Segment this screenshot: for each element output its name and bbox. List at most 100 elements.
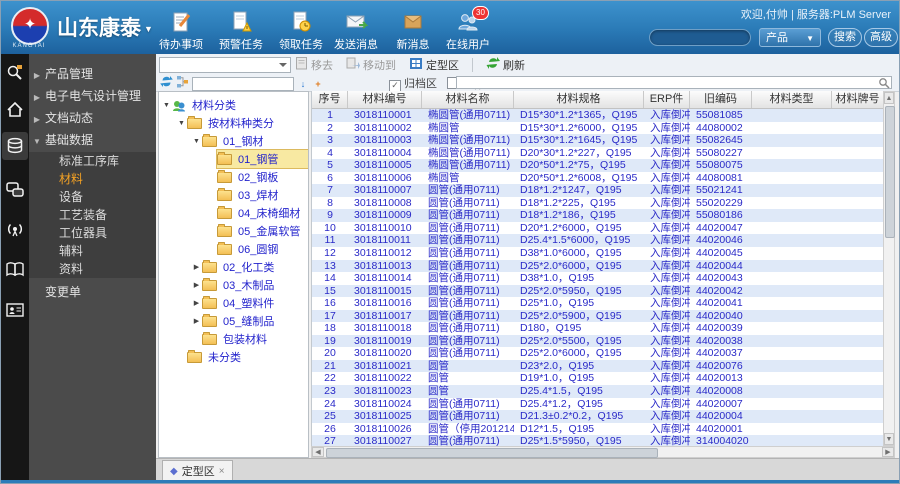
table-row[interactable]: 14 3018110014 圆管(通用0711) D38*1.0，Q195 入库倒冲 44… [312,272,884,285]
panel-selector-dropdown[interactable] [159,57,291,73]
vertical-scrollbar[interactable]: ▲ ▼ [883,91,895,446]
tab-close-icon[interactable]: × [219,466,225,477]
move-to-button[interactable]: 移动到 [346,56,396,73]
scroll-right-icon[interactable]: ▶ [882,447,894,457]
sidebar-group-1[interactable]: ▶ 产品管理 [29,64,156,84]
nav-item-1[interactable]: 待办事项 [150,10,212,52]
tree-node-02_化工类[interactable]: ▶ 02_化工类 [159,258,308,276]
advanced-search-button[interactable]: 高级 [864,28,898,47]
nav-item-4[interactable]: 发送消息 [325,10,387,52]
sidebar-item-资料[interactable]: 资料 [29,260,156,278]
tab-fixed-area[interactable]: ◆ 定型区 × [162,460,233,481]
table-row[interactable]: 25 3018110025 圆管(通用0711) D21.3±0.2*0.2，Q195… [312,410,884,423]
horizontal-scrollbar[interactable]: ◀ ▶ [311,446,895,458]
table-row[interactable]: 1 3018110001 椭圆管(通用0711) D15*30*1.2*1365，Q1… [312,109,884,122]
nav-item-2[interactable]: 预警任务 [210,10,272,52]
home-icon[interactable] [5,100,25,120]
table-row[interactable]: 18 3018110018 圆管(通用0711) D180，Q195 入库倒冲 44020… [312,322,884,335]
scroll-down-icon[interactable]: ▼ [884,433,894,445]
nav-item-3[interactable]: 领取任务 [270,10,332,52]
table-row[interactable]: 13 3018110013 圆管(通用0711) D25*2.0*6000，Q195 入… [312,259,884,273]
add-filter-button[interactable]: + [312,78,324,91]
table-row[interactable]: 4 3018110004 椭圆管(通用0711) D20*30*1.2*227，Q19… [312,147,884,160]
tree-node-03_焊材[interactable]: 03_焊材 [159,186,308,204]
search-category-dropdown[interactable]: 产品 ▼ [759,28,821,47]
tree-down-caret-icon[interactable]: ▼ [176,120,187,127]
magnifier-icon[interactable] [878,76,890,89]
table-filter-input[interactable] [456,75,892,89]
column-header-材料牌号[interactable]: 材料牌号 [832,91,884,108]
table-row[interactable]: 9 3018110009 圆管(通用0711) D18*1.2*186，Q195 入库倒… [312,209,884,222]
table-row[interactable]: 16 3018110016 圆管(通用0711) D25*1.0，Q195 入库倒冲 44… [312,297,884,310]
sidebar-group-2[interactable]: ▶ 电子电气设计管理 [29,86,156,106]
tree-right-caret-icon[interactable]: ▶ [191,263,202,271]
tree-search-input[interactable] [192,77,294,91]
table-row[interactable]: 24 3018110024 圆管(通用0711) D25.4*1.2，Q195 入库倒冲… [312,398,884,411]
library-icon[interactable] [5,260,25,280]
tree-down-caret-icon[interactable]: ▼ [191,138,202,145]
table-row[interactable]: 10 3018110010 圆管(通用0711) D20*1.2*6000，Q195 入… [312,222,884,235]
tree-node-04_床椅细材[interactable]: 04_床椅细材 [159,204,308,222]
quick-search-icon[interactable] [5,63,25,83]
tree-node-未分类[interactable]: 未分类 [159,348,308,366]
sidebar-item-工位器具[interactable]: 工位器具 [29,224,156,242]
tree-right-caret-icon[interactable]: ▶ [191,317,202,325]
column-header-材料类型[interactable]: 材料类型 [752,91,832,108]
column-header-旧编码[interactable]: 旧编码 [690,91,752,108]
brand-title[interactable]: 山东康泰 ▼ [57,12,153,42]
tree-node-05_缝制品[interactable]: ▶ 05_缝制品 [159,312,308,330]
column-header-序号[interactable]: 序号 [312,91,348,108]
column-header-ERP件[interactable]: ERP件 [644,91,690,108]
table-row[interactable]: 5 3018110005 椭圆管(通用0711) D20*50*1.2*75，Q195… [312,159,884,172]
tree-right-caret-icon[interactable]: ▶ [191,299,202,307]
sidebar-item-材料[interactable]: 材料 [29,170,156,188]
archive-area-checkbox[interactable]: ✓ 归档区 [389,75,437,92]
tree-node-01_钢管[interactable]: 01_钢管 [159,149,308,169]
tree-node-01_钢材[interactable]: ▼ 01_钢材 [159,132,308,150]
sidebar-group-3[interactable]: ▶ 文档动态 [29,108,156,128]
search-down-button[interactable]: ↓ [297,78,309,91]
table-row[interactable]: 8 3018110008 圆管(通用0711) D18*1.2*225，Q195 入库倒… [312,197,884,210]
scroll-left-icon[interactable]: ◀ [312,447,324,457]
search-button[interactable]: 搜索 [828,28,862,47]
fixed-area-button[interactable]: 定型区 [409,57,459,73]
refresh-button[interactable]: 刷新 [486,56,525,73]
nav-item-6[interactable]: 30 在线用户 [437,6,499,52]
global-search-input[interactable] [649,29,751,46]
table-row[interactable]: 3 3018110003 椭圆管(通用0711) D15*30*1.2*1645，Q1… [312,134,884,147]
horizontal-scroll-thumb[interactable] [326,448,658,458]
database-icon[interactable] [5,136,25,156]
tree-node-02_钢板[interactable]: 02_钢板 [159,168,308,186]
sidebar-item-辅料[interactable]: 辅料 [29,242,156,260]
table-row[interactable]: 21 3018110021 圆管 D23*2.0，Q195 入库倒冲 44020076 [312,359,884,373]
table-row[interactable]: 11 3018110011 圆管(通用0711) D25.4*1.5*6000，Q19… [312,234,884,248]
table-row[interactable]: 17 3018110017 圆管(通用0711) D25*2.0*5900，Q195 入… [312,309,884,323]
tree-node-包装材料[interactable]: 包装材料 [159,330,308,348]
sidebar-item-工艺装备[interactable]: 工艺装备 [29,206,156,224]
scroll-up-icon[interactable]: ▲ [884,92,894,104]
sidebar-item-设备[interactable]: 设备 [29,188,156,206]
tree-node-03_木制品[interactable]: ▶ 03_木制品 [159,276,308,294]
sidebar-group-5[interactable]: 变更单 [29,282,156,302]
table-row[interactable]: 20 3018110020 圆管(通用0711) D25*2.0*6000，Q195 入… [312,347,884,360]
tree-node-06_圆钢[interactable]: 06_圆钢 [159,240,308,258]
vertical-scroll-thumb[interactable] [885,106,895,238]
sidebar-item-标准工序库[interactable]: 标准工序库 [29,152,156,170]
sidebar-group-4[interactable]: ▼ 基础数据 [29,130,156,150]
table-row[interactable]: 15 3018110015 圆管(通用0711) D25*2.0*5950，Q195 入… [312,284,884,298]
nav-item-5[interactable]: 新消息 [382,10,444,52]
table-row[interactable]: 6 3018110006 椭圆管 D20*50*1.2*6008，Q195 入库倒冲 44… [312,172,884,185]
table-row[interactable]: 12 3018110012 圆管(通用0711) D38*1.0*6000，Q195 入… [312,247,884,260]
table-row[interactable]: 2 3018110002 椭圆管 D15*30*1.2*6000，Q195 入库倒冲 44… [312,122,884,135]
tree-node-05_金属软管[interactable]: 05_金属软管 [159,222,308,240]
table-row[interactable]: 22 3018110022 圆管 D19*1.0，Q195 入库倒冲 44020013 [312,372,884,385]
tree-node-材料分类[interactable]: ▼ 材料分类 [159,96,308,114]
tree-node-04_塑料件[interactable]: ▶ 04_塑料件 [159,294,308,312]
contacts-icon[interactable] [5,300,25,320]
table-row[interactable]: 19 3018110019 圆管(通用0711) D25*2.0*5500，Q195 入… [312,334,884,348]
tree-node-按材料种类分[interactable]: ▼ 按材料种类分 [159,114,308,132]
messages-icon[interactable] [5,180,25,200]
table-row[interactable]: 26 3018110026 圆管（停用201214，用301_ D12*1.5，Q19… [312,423,884,436]
tree-right-caret-icon[interactable]: ▶ [191,281,202,289]
table-row[interactable]: 23 3018110023 圆管 D25.4*1.5，Q195 入库倒冲 44020008 [312,385,884,398]
